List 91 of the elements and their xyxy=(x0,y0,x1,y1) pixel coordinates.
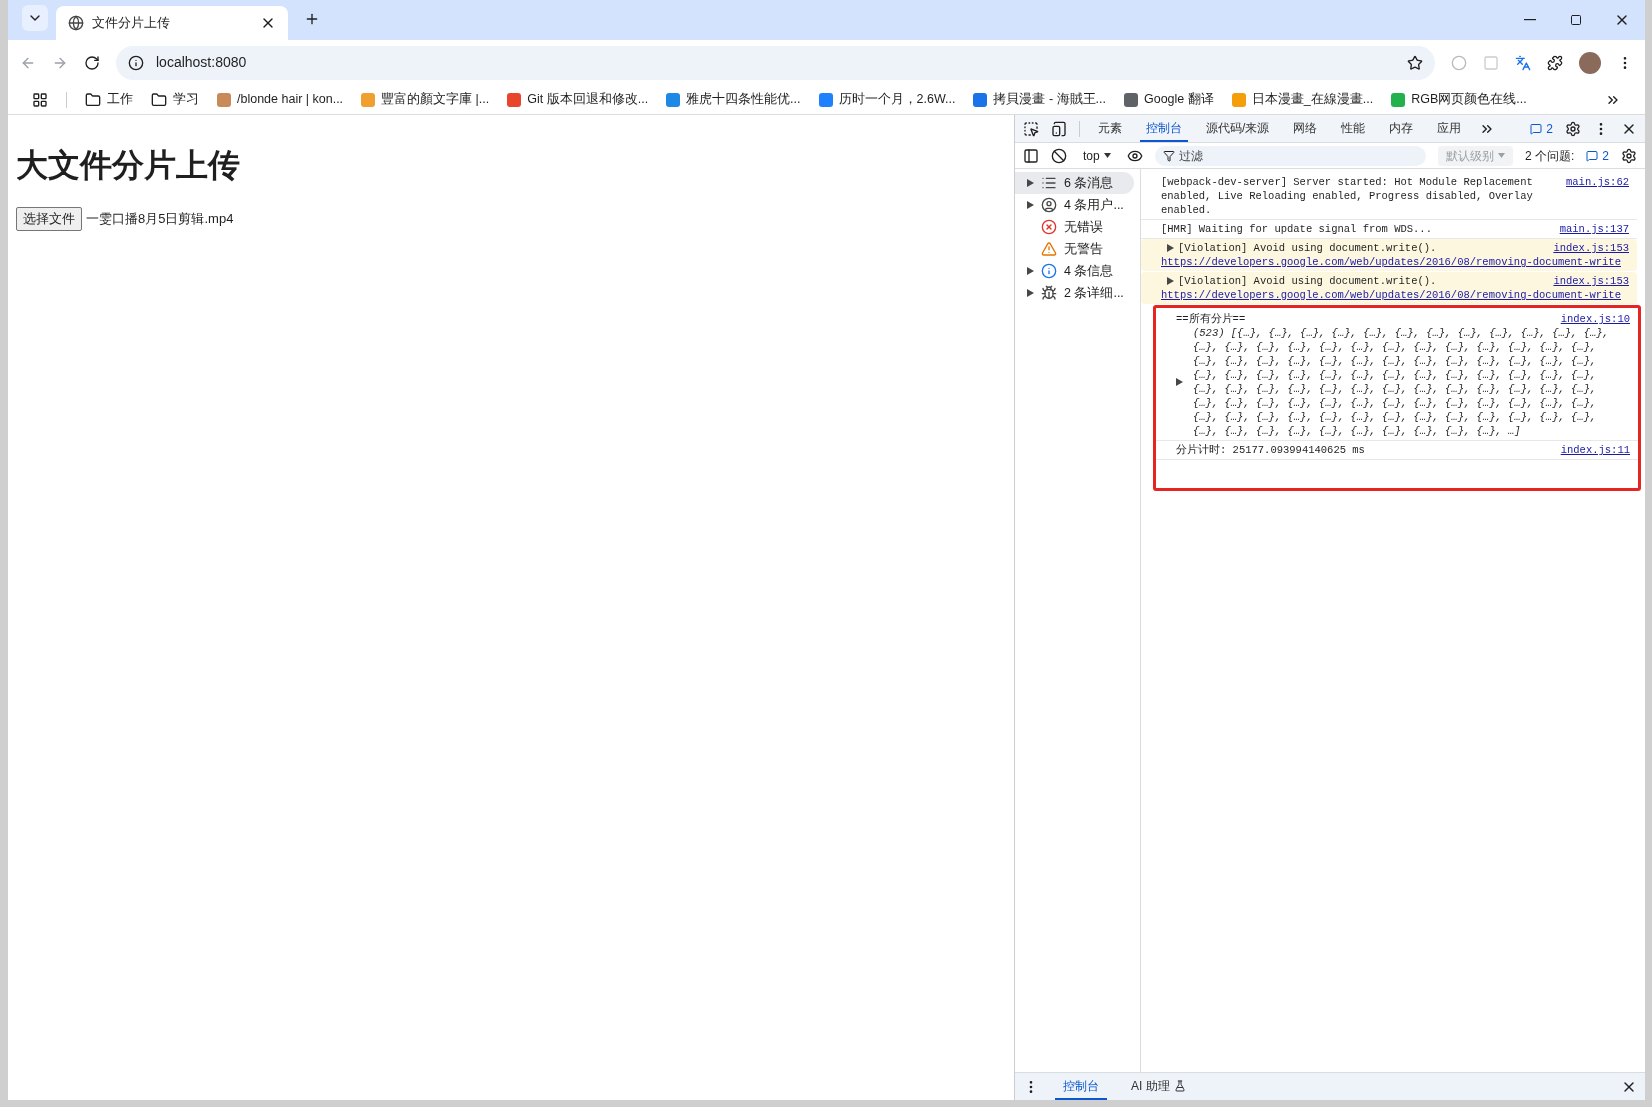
expand-triangle-icon[interactable] xyxy=(1027,267,1034,275)
devtools-tab[interactable]: 源代码/来源 xyxy=(1200,115,1276,142)
issues-label: 2 个问题: xyxy=(1524,147,1575,165)
expand-triangle-icon[interactable] xyxy=(1176,378,1183,386)
profile-avatar[interactable] xyxy=(1579,51,1601,74)
star-icon[interactable] xyxy=(1407,54,1423,71)
info-icon xyxy=(1041,263,1057,279)
bookmark-item[interactable]: Git 版本回退和修改... xyxy=(507,90,649,109)
issues-badge[interactable]: 2 xyxy=(1530,119,1553,138)
error-icon xyxy=(1041,219,1057,235)
violation-text: [Violation] Avoid using document.write(). xyxy=(1178,274,1437,288)
clear-icon[interactable] xyxy=(1051,147,1067,164)
drawer-tab[interactable]: 控制台 xyxy=(1055,1073,1107,1100)
expand-triangle-icon[interactable] xyxy=(1027,201,1034,209)
choose-file-button[interactable]: 选择文件 xyxy=(16,207,82,231)
log-message: [webpack-dev-server] Server started: Hot Module Replacement enabled, Live Reloading enabled, Progress disabled, Overlay enabled. xyxy=(1161,175,1534,217)
bookmark-item[interactable]: Google 翻译 xyxy=(1123,90,1214,109)
tab-search-button[interactable] xyxy=(22,5,48,31)
bookmark-item[interactable]: RGB网页颜色在线... xyxy=(1391,90,1527,109)
globe-icon xyxy=(68,15,84,31)
issues-count[interactable]: 2 xyxy=(1586,146,1609,165)
inspect-icon[interactable] xyxy=(1023,120,1039,137)
sidebar-item[interactable]: 6 条消息 xyxy=(1015,172,1134,194)
devtools-tab[interactable]: 网络 xyxy=(1287,115,1324,142)
maximize-icon xyxy=(1570,14,1582,26)
devtools-tab[interactable]: 元素 xyxy=(1092,115,1128,142)
page-heading: 大文件分片上传 xyxy=(16,146,241,185)
devtools-tab[interactable]: 应用 xyxy=(1431,115,1468,142)
bookmark-item[interactable]: 工作 xyxy=(85,90,133,109)
sidebar-item[interactable]: 4 条用户... xyxy=(1015,194,1134,216)
expand-triangle-icon[interactable] xyxy=(1027,179,1034,187)
devtools-tab[interactable]: 内存 xyxy=(1383,115,1420,142)
source-link[interactable]: index.js:153 xyxy=(1553,241,1629,255)
settings-icon[interactable] xyxy=(1565,120,1581,137)
flask-icon xyxy=(1173,1079,1186,1092)
site-info-icon xyxy=(128,54,144,71)
expand-triangle-icon[interactable] xyxy=(1027,289,1034,297)
folder-icon xyxy=(85,91,101,108)
bookmark-item[interactable]: 学习 xyxy=(151,90,199,109)
source-link[interactable]: index.js:11 xyxy=(1560,443,1630,457)
reload-icon[interactable] xyxy=(84,54,100,71)
sidebar-item[interactable]: 2 条详细... xyxy=(1015,282,1134,304)
group-label: ==所有分片== xyxy=(1176,312,1246,326)
bookmark-item[interactable]: /blonde hair | kon... xyxy=(217,90,344,109)
sidebar-item[interactable]: 无警告 xyxy=(1015,238,1134,260)
minimize-icon xyxy=(1524,19,1536,21)
expand-triangle-icon[interactable] xyxy=(1167,277,1174,285)
expand-triangle-icon[interactable] xyxy=(1167,244,1174,252)
browser-tab[interactable]: 文件分片上传 xyxy=(56,6,288,40)
plus-icon xyxy=(304,11,320,27)
bookmark-item[interactable]: 豐富的顏文字庫 |... xyxy=(361,90,490,109)
filter-field[interactable]: 过滤 xyxy=(1154,145,1426,166)
caret-icon xyxy=(1103,153,1111,158)
source-link[interactable]: index.js:10 xyxy=(1560,312,1630,326)
settings-icon[interactable] xyxy=(1621,147,1637,164)
bookmark-item[interactable]: 历时一个月，2.6W... xyxy=(818,90,956,109)
devtools-tab[interactable]: 性能 xyxy=(1335,115,1372,142)
sidebar-item[interactable]: 4 条信息 xyxy=(1015,260,1134,282)
file-name: 一雯口播8月5日剪辑.mp4 xyxy=(86,210,234,228)
url-text: localhost:8080 xyxy=(156,53,248,72)
message-icon xyxy=(1530,122,1543,135)
source-link[interactable]: index.js:153 xyxy=(1553,274,1629,288)
caret-icon xyxy=(1497,153,1505,158)
sidebar-item[interactable]: 无错误 xyxy=(1015,216,1134,238)
violation-text: [Violation] Avoid using document.write(). xyxy=(1178,241,1437,255)
log-message: [HMR] Waiting for update signal from WDS... xyxy=(1161,222,1432,236)
bookmark-item[interactable]: 拷貝漫畫 - 海賊王... xyxy=(973,90,1106,109)
doc-link[interactable]: https://developers.google.com/web/updates/2016/08/removing-document-write xyxy=(1161,256,1621,268)
bookmark-item[interactable]: 雅虎十四条性能优... xyxy=(666,90,801,109)
source-link[interactable]: main.js:137 xyxy=(1559,222,1629,236)
message-icon xyxy=(1586,149,1599,162)
tab-title: 文件分片上传 xyxy=(92,14,171,33)
user-icon xyxy=(1041,197,1057,213)
puzzle-icon[interactable] xyxy=(1547,54,1563,71)
sidebar-toggle-icon[interactable] xyxy=(1023,147,1039,164)
address-bar[interactable]: localhost:8080 xyxy=(116,45,1435,80)
folder-icon xyxy=(151,91,167,108)
drawer-tab[interactable]: AI 助理 xyxy=(1123,1073,1194,1100)
bug-icon xyxy=(1041,285,1057,301)
list-icon xyxy=(1041,175,1057,191)
translate-icon[interactable] xyxy=(1515,54,1531,71)
array-preview[interactable]: (523) [{…}, {…}, {…}, {…}, {…}, {…}, {…}, {…}, {…}, {…}, {…}, {…}, {…}, {…}, {…}, {…}, {…}, {…}, {…}, {…}, {…}, {…}, {…}, {…}, {…}, {…}, {…}, {…}, {…}, {…}, {…}, {…}, {…}, {…}, {…}, {…}, {…}, {…}, {…}, {…}, {…}, {…}, {…}, {…}, {…}, {…}, {…}, {…}, {…}, {…}, {…}, {…}, {…}, {…}, {…}, {…}, {…}, {…}, {…}, {…}, {…}, {…}, {…}, {…}, {…}, {…}, {…}, {…}, {…}, {…}, {…}, {…}, {…}, {…}, {…}, {…}, {…}, {…}, {…}, {…}, {…}, {…}, {…}, {…}, {…}, {…}, {…}, {…}, {…}, {…}, {…}, {…}, {…}, {…}, {…}, {…}, {…}, {…}, {…}, {…}, …] xyxy=(1191,326,1611,438)
bookmark-item[interactable]: 日本漫畫_在線漫畫... xyxy=(1231,90,1374,109)
log-message: 分片计时: 25177.093994140625 ms xyxy=(1176,443,1365,457)
device-icon[interactable] xyxy=(1051,120,1067,137)
devtools-tab[interactable]: 控制台 xyxy=(1140,115,1188,142)
warning-icon xyxy=(1041,241,1057,257)
source-link[interactable]: main.js:62 xyxy=(1566,175,1629,217)
apps-grid-icon[interactable] xyxy=(32,91,48,108)
context-dropdown[interactable]: top xyxy=(1079,146,1115,165)
doc-link[interactable]: https://developers.google.com/web/updates/2016/08/removing-document-write xyxy=(1161,289,1621,301)
